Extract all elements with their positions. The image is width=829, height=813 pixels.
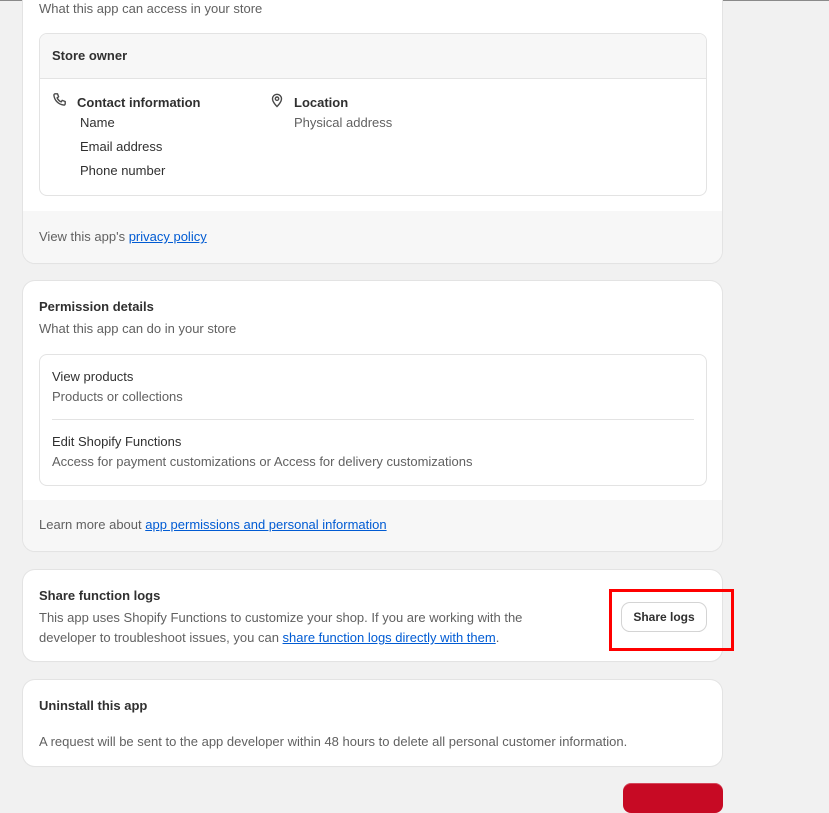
- location-group: Location Physical address: [269, 93, 392, 135]
- learn-more-prefix: Learn more about: [39, 517, 146, 532]
- permission-item: Edit Shopify Functions Access for paymen…: [52, 432, 694, 472]
- share-function-logs-description: This app uses Shopify Functions to custo…: [39, 608, 579, 648]
- contact-item-email: Email address: [80, 139, 163, 154]
- share-function-logs-card: Share function logs This app uses Shopif…: [23, 570, 722, 661]
- phone-icon: [52, 92, 68, 113]
- location-title: Location: [294, 94, 349, 110]
- privacy-policy-link[interactable]: privacy policy: [129, 229, 207, 244]
- location-pin-icon: [269, 92, 285, 113]
- permission-detail: Access for payment customizations or Acc…: [52, 454, 473, 469]
- uninstall-app-description: A request will be sent to the app develo…: [39, 734, 628, 749]
- logs-description-suffix: .: [495, 630, 500, 645]
- permission-details-card: Permission details What this app can do …: [23, 281, 722, 551]
- permission-detail: Products or collections: [52, 389, 183, 404]
- store-owner-header: Store owner: [40, 34, 706, 79]
- permissions-list: View products Products or collections Ed…: [39, 354, 707, 486]
- app-permissions-link[interactable]: app permissions and personal information: [145, 517, 386, 532]
- permission-details-subtitle: What this app can do in your store: [39, 321, 237, 336]
- contact-item-name: Name: [80, 115, 115, 130]
- privacy-policy-text: View this app's privacy policy: [39, 229, 207, 244]
- access-footer: View this app's privacy policy: [23, 211, 722, 263]
- privacy-policy-prefix: View this app's: [39, 229, 129, 244]
- store-owner-box: Store owner Contact information Name Ema…: [39, 33, 707, 196]
- permission-details-title: Permission details: [39, 299, 154, 314]
- uninstall-app-title: Uninstall this app: [39, 698, 148, 713]
- location-item-address: Physical address: [294, 115, 393, 130]
- data-access-card: What this app can access in your store S…: [23, 0, 722, 263]
- permission-name: View products: [52, 369, 134, 384]
- access-subtitle: What this app can access in your store: [39, 1, 263, 16]
- contact-information-group: Contact information Name Email address P…: [52, 92, 201, 183]
- permission-divider: [52, 419, 694, 420]
- contact-item-phone: Phone number: [80, 163, 166, 178]
- share-logs-button[interactable]: Share logs: [622, 603, 706, 631]
- share-function-logs-link[interactable]: share function logs directly with them: [283, 630, 496, 645]
- learn-more-text: Learn more about app permissions and per…: [39, 517, 387, 532]
- permission-item: View products Products or collections: [52, 367, 694, 407]
- contact-information-title: Contact information: [77, 94, 201, 110]
- permission-name: Edit Shopify Functions: [52, 434, 182, 449]
- share-function-logs-title: Share function logs: [39, 588, 161, 603]
- uninstall-app-card: Uninstall this app A request will be sen…: [23, 680, 722, 766]
- permissions-footer: Learn more about app permissions and per…: [23, 500, 722, 551]
- uninstall-button[interactable]: [623, 783, 723, 813]
